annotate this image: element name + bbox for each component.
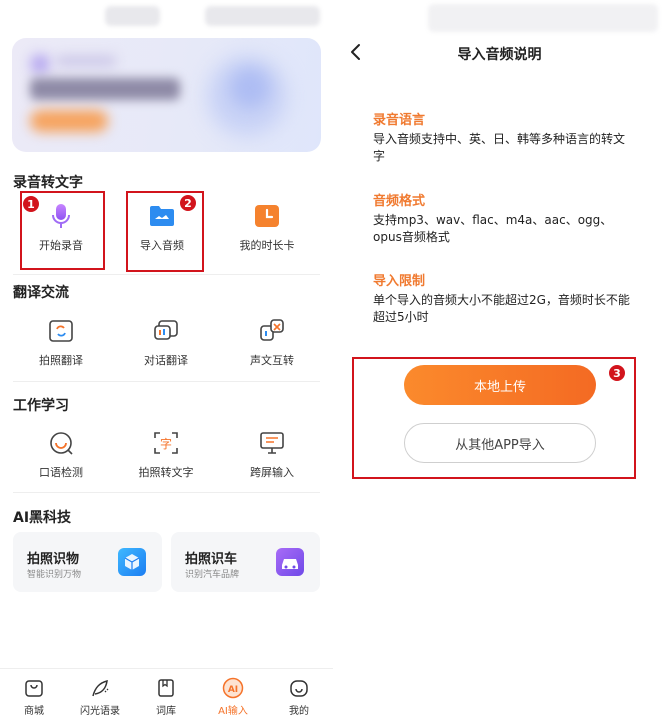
photo-translate-icon (48, 318, 74, 344)
nav-lexicon-label: 词库 (156, 706, 176, 717)
dialog-translate-icon (153, 318, 179, 344)
my-time-card-button[interactable]: 我的时长卡 (222, 203, 312, 263)
svg-text:AI: AI (228, 685, 238, 695)
info-block-language: 录音语言 导入音频支持中、英、日、韩等多种语言的转文字 (373, 109, 633, 165)
page-title: 导入音频说明 (457, 47, 542, 63)
my-time-card-label: 我的时长卡 (239, 239, 295, 252)
dialog-translate-label: 对话翻译 (144, 354, 188, 367)
dialog-translate-button[interactable]: 对话翻译 (121, 318, 211, 378)
nav-ai-input[interactable]: AI AI输入 (203, 677, 263, 717)
shopping-bag-icon (23, 677, 45, 699)
banner-text-blur (56, 56, 116, 66)
info-block-format: 音频格式 支持mp3、wav、flac、m4a、aac、ogg、opus音频格式 (373, 190, 633, 246)
info-block-limit: 导入限制 单个导入的音频大小不能超过2G，音频时长不能超过5小时 (373, 270, 633, 326)
car-icon (276, 548, 304, 576)
photo-car-recognition-card[interactable]: 拍照识车 识别汽车品牌 (171, 532, 320, 592)
status-bar-blur (205, 6, 320, 26)
banner-logo-blur (30, 54, 50, 74)
promo-banner[interactable] (12, 38, 321, 152)
annotation-badge-1: 1 (22, 195, 40, 213)
nav-flash-quotes-label: 闪光语录 (80, 706, 120, 717)
cross-screen-input-button[interactable]: 跨屏输入 (227, 430, 317, 490)
nav-flash-quotes[interactable]: 闪光语录 (70, 677, 130, 717)
info-text: 支持mp3、wav、flac、m4a、aac、ogg、opus音频格式 (373, 213, 613, 244)
section-title-work: 工作学习 (13, 398, 69, 414)
photo-to-text-icon: 字 (153, 430, 179, 456)
voice-text-icon (259, 318, 285, 344)
nav-me[interactable]: 我的 (269, 677, 329, 717)
section-title-translate: 翻译交流 (13, 285, 69, 301)
status-bar-blur (105, 6, 160, 26)
annotation-badge-3: 3 (608, 364, 626, 382)
divider (13, 492, 320, 493)
photo-translate-button[interactable]: 拍照翻译 (16, 318, 106, 378)
speaking-test-label: 口语检测 (39, 466, 83, 479)
speaking-test-icon (48, 430, 74, 456)
photo-translate-label: 拍照翻译 (39, 354, 83, 367)
clock-card-icon (254, 203, 280, 229)
cross-screen-input-label: 跨屏输入 (250, 466, 294, 479)
book-icon (155, 677, 177, 699)
photo-object-subtitle: 智能识别万物 (27, 570, 82, 580)
svg-text:字: 字 (160, 436, 172, 451)
info-heading: 录音语言 (373, 113, 426, 128)
voice-text-convert-button[interactable]: 声文互转 (227, 318, 317, 378)
annotation-badge-2: 2 (179, 194, 197, 212)
info-heading: 导入限制 (373, 274, 426, 289)
banner-graphic-blur (230, 68, 270, 108)
bottom-navigation: 商城 闪光语录 词库 AI AI输入 我的 (0, 668, 333, 720)
ai-input-icon: AI (222, 677, 244, 699)
photo-to-text-label: 拍照转文字 (138, 466, 194, 479)
divider (13, 274, 320, 275)
profile-smile-icon (288, 677, 310, 699)
photo-car-subtitle: 识别汽车品牌 (185, 570, 240, 580)
voice-text-label: 声文互转 (250, 354, 294, 367)
divider (13, 381, 320, 382)
speaking-test-button[interactable]: 口语检测 (16, 430, 106, 490)
info-text: 导入音频支持中、英、日、韩等多种语言的转文字 (373, 132, 626, 163)
nav-mall[interactable]: 商城 (4, 677, 64, 717)
banner-button-blur (30, 110, 108, 132)
monitor-icon (259, 430, 285, 456)
banner-headline-blur (30, 78, 180, 100)
right-screen: 导入音频说明 录音语言 导入音频支持中、英、日、韩等多种语言的转文字 音频格式 … (333, 0, 666, 720)
photo-object-recognition-card[interactable]: 拍照识物 智能识别万物 (13, 532, 162, 592)
annotation-box-3 (352, 357, 636, 479)
info-heading: 音频格式 (373, 194, 426, 209)
nav-mall-label: 商城 (24, 706, 44, 717)
photo-object-title: 拍照识物 (27, 552, 80, 567)
photo-to-text-button[interactable]: 字 拍照转文字 (121, 430, 211, 490)
section-title-recording: 录音转文字 (13, 175, 83, 191)
nav-lexicon[interactable]: 词库 (136, 677, 196, 717)
cube-icon (118, 548, 146, 576)
section-title-ai: AI黑科技 (13, 510, 72, 526)
feather-pen-icon (89, 677, 111, 699)
status-bar-blur (428, 4, 658, 32)
photo-car-title: 拍照识车 (185, 552, 238, 567)
nav-ai-input-label: AI输入 (218, 706, 248, 717)
info-text: 单个导入的音频大小不能超过2G，音频时长不能超过5小时 (373, 293, 630, 324)
left-screen: 录音转文字 开始录音 导入音频 我的时长卡 1 2 翻译交流 拍照翻译 对话翻译… (0, 0, 333, 720)
nav-me-label: 我的 (289, 706, 309, 717)
